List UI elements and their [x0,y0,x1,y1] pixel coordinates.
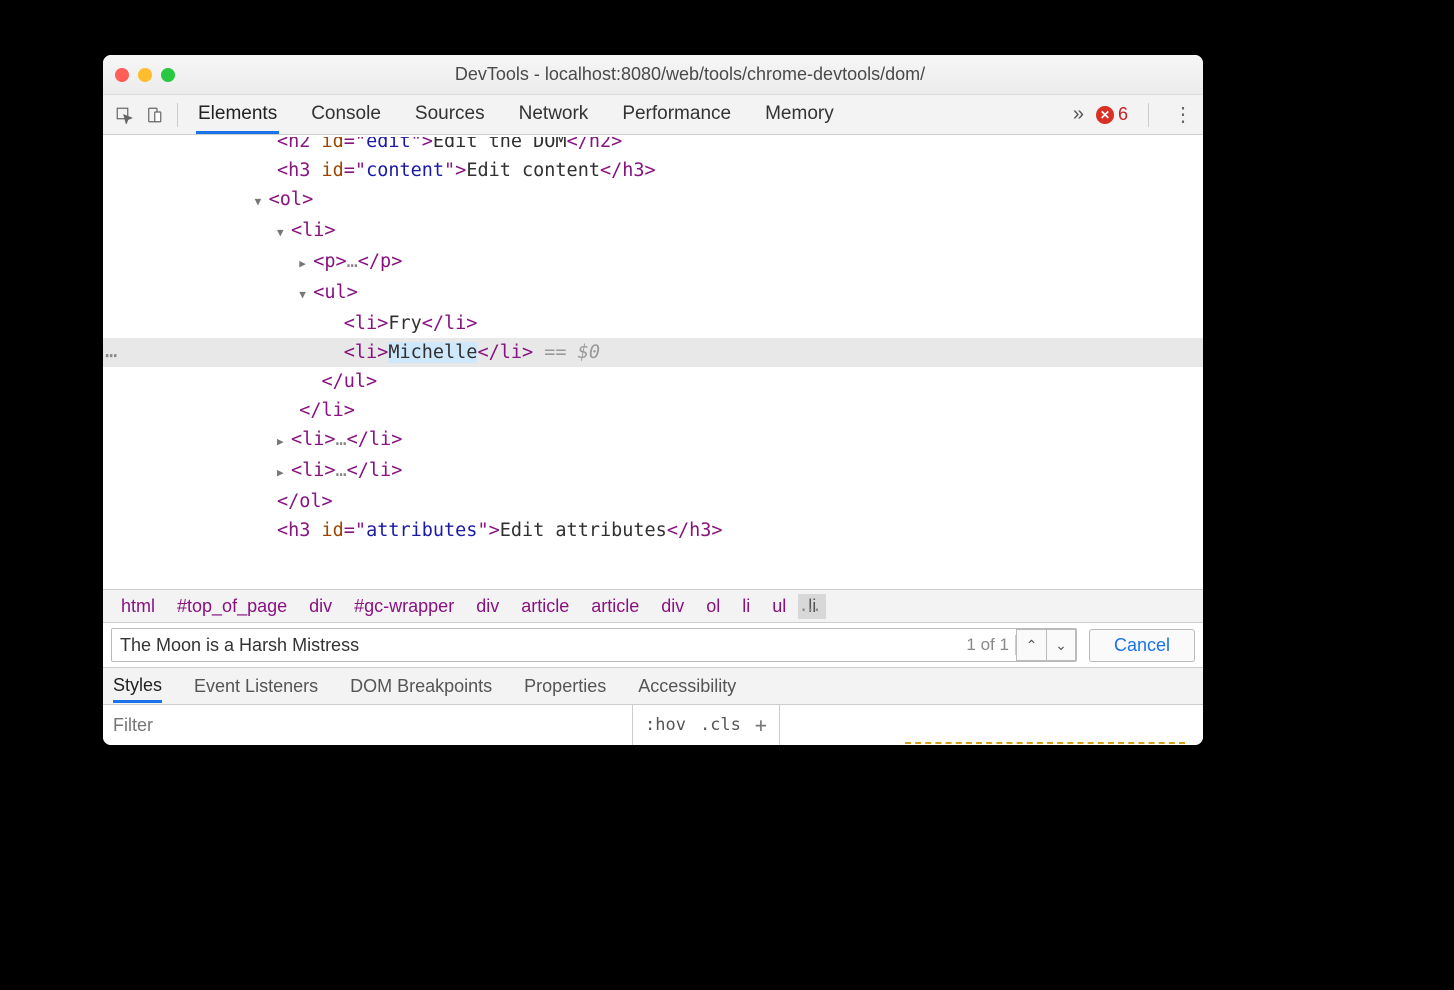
crumb[interactable]: article [581,594,649,619]
crumb[interactable]: li [732,594,760,619]
tab-event-listeners[interactable]: Event Listeners [194,676,318,697]
cancel-button[interactable]: Cancel [1089,629,1195,662]
cls-button[interactable]: .cls [700,715,741,735]
expand-icon[interactable] [255,185,269,216]
tab-performance[interactable]: Performance [620,96,733,134]
tab-styles[interactable]: Styles [113,669,162,703]
dom-node[interactable]: </ol> [103,487,1203,516]
dom-node[interactable]: <li>…</li> [103,456,1203,487]
find-bar: 1 of 1 ⌃ ⌄ Cancel [103,623,1203,667]
devtools-window: DevTools - localhost:8080/web/tools/chro… [103,55,1203,745]
menu-icon[interactable]: ⋮ [1169,102,1197,127]
chevron-up-icon: ⌃ [1026,637,1038,653]
tab-network[interactable]: Network [517,96,591,134]
minimize-icon[interactable] [138,68,152,82]
separator [1148,103,1149,127]
dom-tree[interactable]: <h2 id="edit">Edit the DOM</h2> <h3 id="… [103,135,1203,589]
dom-node[interactable]: <h2 id="edit">Edit the DOM</h2> [103,137,1203,156]
crumb-selected[interactable]: li [798,594,826,619]
crumb[interactable]: html [111,594,165,619]
new-rule-button[interactable]: + [755,713,767,737]
expand-icon[interactable] [277,425,291,456]
dom-node[interactable]: <p>…</p> [103,247,1203,278]
dom-node[interactable]: <li>…</li> [103,425,1203,456]
titlebar: DevTools - localhost:8080/web/tools/chro… [103,55,1203,95]
tab-console[interactable]: Console [309,96,383,134]
expand-icon[interactable] [277,216,291,247]
dom-node-selected[interactable]: <li>Michelle</li> == $0 [103,338,1203,367]
inline-style-marker [905,742,1185,745]
crumb[interactable]: div [651,594,694,619]
tab-dom-breakpoints[interactable]: DOM Breakpoints [350,676,492,697]
close-icon[interactable] [115,68,129,82]
crumb[interactable]: #top_of_page [167,594,297,619]
crumb[interactable]: ol [696,594,730,619]
crumb[interactable]: div [466,594,509,619]
find-count: 1 of 1 [966,635,1016,655]
expand-icon[interactable] [299,278,313,309]
find-next-button[interactable]: ⌄ [1046,629,1076,661]
crumb[interactable]: article [511,594,579,619]
tab-memory[interactable]: Memory [763,96,836,134]
crumb[interactable]: #gc-wrapper [344,594,464,619]
window-controls [115,68,175,82]
separator [177,103,178,127]
dom-node[interactable]: <li> [103,216,1203,247]
tab-properties[interactable]: Properties [524,676,606,697]
hov-button[interactable]: :hov [645,715,686,735]
error-badge[interactable]: ✕ 6 [1096,104,1128,125]
expand-icon[interactable] [277,456,291,487]
dom-node[interactable]: <h3 id="attributes">Edit attributes</h3> [103,516,1203,545]
dom-node[interactable]: </ul> [103,367,1203,396]
tab-accessibility[interactable]: Accessibility [638,676,736,697]
tab-elements[interactable]: Elements [196,96,279,134]
overflow-icon[interactable]: » [1073,103,1084,126]
breadcrumb: html #top_of_page div #gc-wrapper div ar… [103,589,1203,623]
crumb[interactable]: ul [762,594,796,619]
dom-node[interactable]: </li> [103,396,1203,425]
chevron-down-icon: ⌄ [1055,637,1067,653]
find-box: 1 of 1 ⌃ ⌄ [111,628,1077,662]
main-toolbar: Elements Console Sources Network Perform… [103,95,1203,135]
device-toggle-icon[interactable] [139,100,169,130]
find-input[interactable] [112,635,966,656]
expand-icon[interactable] [299,247,313,278]
panel-tabs: Elements Console Sources Network Perform… [196,96,1073,134]
dom-node[interactable]: <li>Fry</li> [103,309,1203,338]
styles-filter-input[interactable] [103,705,633,745]
tab-sources[interactable]: Sources [413,96,487,134]
styles-toolbar: :hov .cls + [103,705,1203,745]
selected-text: Michelle [388,342,477,363]
dom-node[interactable]: <ul> [103,278,1203,309]
dom-node[interactable]: <ol> [103,185,1203,216]
inspect-icon[interactable] [109,100,139,130]
crumb[interactable]: div [299,594,342,619]
dom-node[interactable]: <h3 id="content">Edit content</h3> [103,156,1203,185]
window-title: DevTools - localhost:8080/web/tools/chro… [189,64,1191,85]
sidebar-tabs: Styles Event Listeners DOM Breakpoints P… [103,667,1203,705]
error-icon: ✕ [1096,106,1114,124]
error-count: 6 [1118,104,1128,125]
find-prev-button[interactable]: ⌃ [1016,629,1046,661]
zoom-icon[interactable] [161,68,175,82]
console-ref: == $0 [544,342,600,363]
